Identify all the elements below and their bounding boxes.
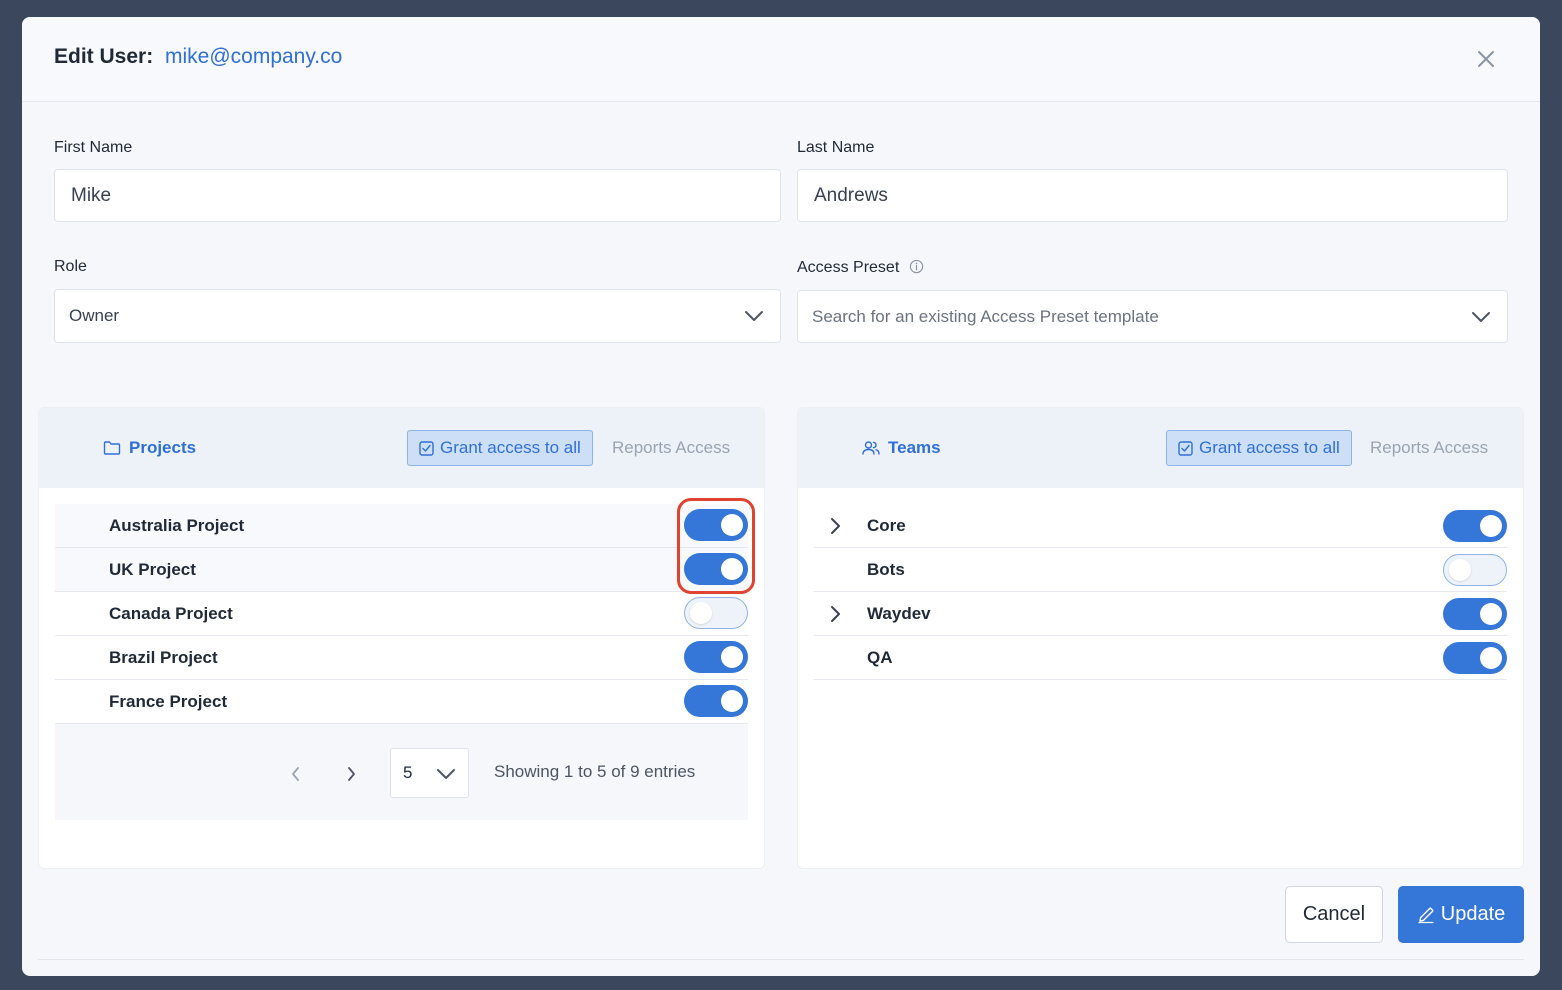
teams-grant-all-button[interactable]: Grant access to all <box>1166 430 1352 466</box>
page-size-value: 5 <box>403 763 413 782</box>
projects-title-label: Projects <box>129 438 197 457</box>
pagination-info: Showing 1 to 5 of 9 entries <box>494 762 696 781</box>
role-label: Role <box>54 258 87 275</box>
teams-reports-access[interactable]: Reports Access <box>1370 438 1488 458</box>
toggle-knob <box>1480 603 1502 625</box>
toggle-knob <box>721 558 743 580</box>
project-access-toggle[interactable] <box>684 553 748 585</box>
team-row: Waydev <box>814 592 1507 636</box>
toggle-knob <box>721 514 743 536</box>
toggle-knob <box>1449 559 1471 581</box>
team-access-toggle[interactable] <box>1443 510 1507 542</box>
team-name: Bots <box>867 559 905 579</box>
chevron-left-icon[interactable] <box>290 766 302 782</box>
last-name-label: Last Name <box>797 139 875 156</box>
last-name-input[interactable]: Andrews <box>797 169 1508 222</box>
teams-title-label: Teams <box>888 438 941 457</box>
projects-card-header: Projects Grant access to all Reports Acc… <box>39 408 764 488</box>
team-access-toggle[interactable] <box>1443 642 1507 674</box>
project-access-toggle[interactable] <box>684 685 748 717</box>
project-access-toggle[interactable] <box>684 641 748 673</box>
first-name-input[interactable]: Mike <box>54 169 781 222</box>
projects-title: Projects <box>103 438 196 458</box>
modal-header: Edit User: mike@company.co <box>22 17 1540 102</box>
access-preset-select[interactable]: Search for an existing Access Preset tem… <box>797 290 1508 343</box>
chevron-right-icon[interactable] <box>345 766 357 782</box>
close-icon <box>1478 51 1494 67</box>
team-name: QA <box>867 647 893 667</box>
team-row: QA <box>814 636 1507 680</box>
access-preset-label-wrap: Access Preset <box>797 259 924 277</box>
toggle-knob <box>721 646 743 668</box>
project-name: UK Project <box>109 559 196 579</box>
project-name: Australia Project <box>109 515 245 535</box>
role-select[interactable]: Owner <box>54 289 781 343</box>
user-email: mike@company.co <box>165 45 343 68</box>
toggle-knob <box>1480 647 1502 669</box>
first-name-label: First Name <box>54 139 133 156</box>
teams-grant-all-label: Grant access to all <box>1199 438 1340 457</box>
project-row: UK Project <box>55 548 748 592</box>
page-size-select[interactable]: 5 <box>390 748 469 798</box>
role-value: Owner <box>69 306 120 325</box>
projects-reports-access[interactable]: Reports Access <box>612 438 730 458</box>
projects-grant-all-button[interactable]: Grant access to all <box>407 430 593 466</box>
chevron-right-icon[interactable] <box>828 516 842 536</box>
access-preset-placeholder: Search for an existing Access Preset tem… <box>812 306 1159 326</box>
update-button[interactable]: Update <box>1398 886 1524 943</box>
toggle-knob <box>690 602 712 624</box>
project-row: Australia Project <box>55 504 748 548</box>
cancel-button[interactable]: Cancel <box>1285 886 1383 943</box>
projects-grant-all-label: Grant access to all <box>440 438 581 457</box>
chevron-down-icon <box>1472 311 1490 322</box>
access-preset-label: Access Preset <box>797 259 900 276</box>
project-row: France Project <box>55 680 748 724</box>
project-name: Brazil Project <box>109 647 218 667</box>
project-access-toggle[interactable] <box>684 597 748 629</box>
team-access-toggle[interactable] <box>1443 554 1507 586</box>
toggle-knob <box>721 690 743 712</box>
edit-user-modal: Edit User: mike@company.co First Name Mi… <box>22 17 1540 976</box>
project-name: France Project <box>109 691 228 711</box>
pencil-icon <box>1418 907 1434 923</box>
projects-card: Projects Grant access to all Reports Acc… <box>38 407 765 869</box>
chevron-down-icon <box>437 769 455 779</box>
teams-card: Teams Grant access to all Reports Access… <box>797 407 1524 869</box>
team-name: Core <box>867 515 906 535</box>
chevron-right-icon[interactable] <box>828 604 842 624</box>
project-access-toggle[interactable] <box>684 509 748 541</box>
users-icon <box>862 441 880 455</box>
project-row: Canada Project <box>55 592 748 636</box>
checkbox-icon <box>1178 440 1193 456</box>
project-name: Canada Project <box>109 603 233 623</box>
update-button-label: Update <box>1440 903 1506 925</box>
chevron-down-icon <box>745 311 763 321</box>
close-button[interactable] <box>1474 47 1498 71</box>
team-access-toggle[interactable] <box>1443 598 1507 630</box>
teams-title: Teams <box>862 438 941 458</box>
footer-divider <box>38 959 1524 960</box>
team-row: Bots <box>814 548 1507 592</box>
team-row: Core <box>814 504 1507 548</box>
checkbox-icon <box>419 440 434 456</box>
toggle-knob <box>1480 515 1502 537</box>
project-row: Brazil Project <box>55 636 748 680</box>
team-name: Waydev <box>867 603 931 623</box>
folder-icon <box>103 441 121 455</box>
pagination: 5 Showing 1 to 5 of 9 entries <box>55 724 748 820</box>
info-icon[interactable] <box>909 259 924 274</box>
teams-card-header: Teams Grant access to all Reports Access <box>798 408 1523 488</box>
modal-title: Edit User: <box>54 45 154 68</box>
